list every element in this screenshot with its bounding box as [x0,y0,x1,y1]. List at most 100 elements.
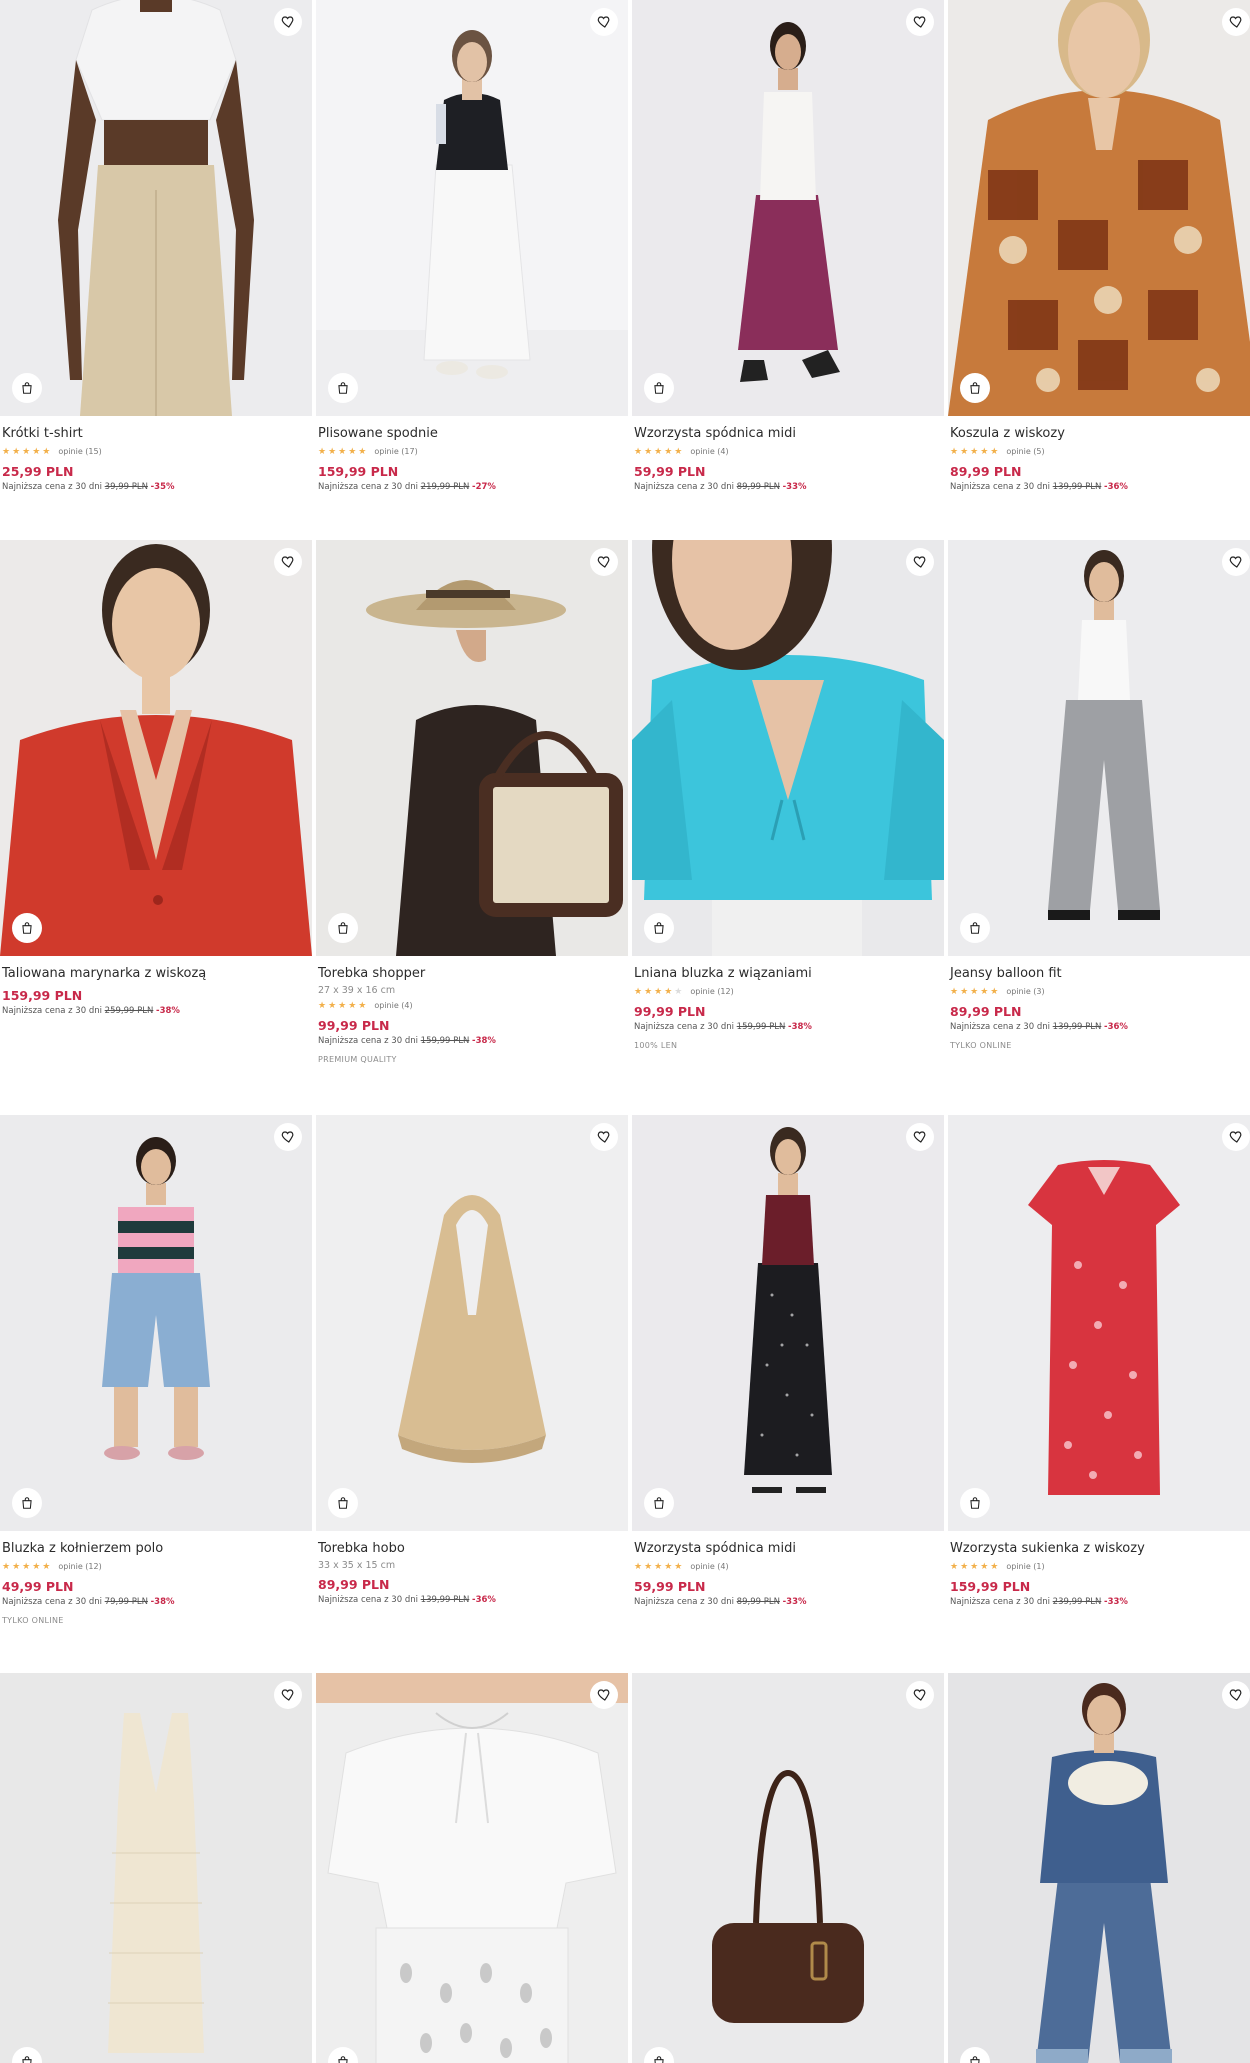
shopping-bag-icon[interactable] [960,373,990,403]
heart-icon[interactable] [590,548,618,576]
product-photo [1048,550,1160,920]
heart-icon[interactable] [1222,548,1250,576]
product-grid: Krótki t-shirt ★★★★★ opinie (15) 25,99 P… [0,0,1250,2063]
shopping-bag-icon[interactable] [12,373,42,403]
product-card[interactable]: Torebka shopper 27 x 39 x 16 cm ★★★★★ opi… [316,540,628,1064]
product-info: Krótki t-shirt ★★★★★ opinie (15) 25,99 P… [2,425,310,493]
product-image[interactable] [948,540,1250,956]
product-card[interactable]: Wzorzysta sukienka z wiskozy ★★★★★ opini… [948,1115,1250,1635]
product-card[interactable] [948,1673,1250,2063]
product-image[interactable] [0,0,312,416]
product-photo [316,0,628,379]
review-count: opinie (4) [690,447,729,456]
heart-icon[interactable] [1222,1123,1250,1151]
product-card[interactable]: Plisowane spodnie ★★★★★ opinie (17) 159,… [316,0,628,520]
product-image[interactable] [632,1673,944,2063]
shopping-bag-icon[interactable] [960,1488,990,1518]
shopping-bag-icon[interactable] [12,913,42,943]
product-image[interactable] [316,1673,628,2063]
product-image[interactable] [632,540,944,956]
product-image[interactable] [948,1673,1250,2063]
product-image[interactable] [632,0,944,416]
heart-icon[interactable] [274,8,302,36]
heart-icon[interactable] [590,8,618,36]
product-name[interactable]: Bluzka z kołnierzem polo [2,1540,310,1558]
heart-icon[interactable] [274,1681,302,1709]
product-image[interactable] [0,1115,312,1531]
heart-icon[interactable] [906,1123,934,1151]
product-name[interactable]: Jeansy balloon fit [950,965,1250,983]
product-name[interactable]: Lniana bluzka z wiązaniami [634,965,942,983]
product-image[interactable] [316,540,628,956]
product-rating[interactable]: ★★★★★ opinie (15) [2,445,310,459]
heart-icon[interactable] [906,1681,934,1709]
product-image[interactable] [948,1115,1250,1531]
lowest-price-label: Najniższa cena z 30 dni [318,1595,418,1605]
product-card[interactable] [632,1673,944,2063]
product-image[interactable] [632,1115,944,1531]
product-photo [948,0,1250,416]
rating-stars: ★★★★★ [2,1562,53,1572]
shopping-bag-icon[interactable] [644,913,674,943]
product-card[interactable]: Bluzka z kołnierzem polo ★★★★★ opinie (1… [0,1115,312,1635]
old-price: 89,99 PLN [736,1597,780,1607]
shopping-bag-icon[interactable] [12,1488,42,1518]
product-card[interactable] [0,1673,312,2063]
heart-icon[interactable] [590,1681,618,1709]
product-image[interactable] [316,1115,628,1531]
lowest-price-info: Najniższa cena z 30 dni 219,99 PLN -27% [318,481,626,493]
shopping-bag-icon[interactable] [328,913,358,943]
product-card[interactable]: Wzorzysta spódnica midi ★★★★★ opinie (4)… [632,0,944,520]
product-image[interactable] [948,0,1250,416]
product-rating[interactable]: ★★★★★ opinie (4) [634,445,942,459]
rating-stars: ★★★★★ [634,447,685,457]
product-info: Wzorzysta sukienka z wiskozy ★★★★★ opini… [950,1540,1250,1608]
product-name[interactable]: Torebka hobo [318,1540,626,1558]
product-rating[interactable]: ★★★★★ opinie (3) [950,985,1250,999]
heart-icon[interactable] [590,1123,618,1151]
product-name[interactable]: Wzorzysta spódnica midi [634,1540,942,1558]
product-card[interactable]: Krótki t-shirt ★★★★★ opinie (15) 25,99 P… [0,0,312,520]
product-price: 89,99 PLN [950,464,1022,479]
product-card[interactable] [316,1673,628,2063]
heart-icon[interactable] [906,8,934,36]
product-rating[interactable]: ★★★★★ opinie (4) [634,1560,942,1574]
shopping-bag-icon[interactable] [644,1488,674,1518]
product-card[interactable]: Wzorzysta spódnica midi ★★★★★ opinie (4)… [632,1115,944,1635]
heart-icon[interactable] [1222,1681,1250,1709]
heart-icon[interactable] [274,1123,302,1151]
product-rating[interactable]: ★★★★★ opinie (17) [318,445,626,459]
product-name[interactable]: Wzorzysta spódnica midi [634,425,942,443]
product-rating[interactable]: ★★★★★ opinie (5) [950,445,1250,459]
product-name[interactable]: Torebka shopper [318,965,626,983]
shopping-bag-icon[interactable] [644,373,674,403]
product-rating[interactable]: ★★★★★ opinie (12) [634,985,942,999]
product-rating[interactable]: ★★★★★ opinie (12) [2,1560,310,1574]
product-image[interactable] [0,1673,312,2063]
product-card[interactable]: Koszula z wiskozy ★★★★★ opinie (5) 89,99… [948,0,1250,520]
product-name[interactable]: Plisowane spodnie [318,425,626,443]
lowest-price-info: Najniższa cena z 30 dni 139,99 PLN -36% [950,481,1250,493]
heart-icon[interactable] [1222,8,1250,36]
heart-icon[interactable] [274,548,302,576]
product-card[interactable]: Lniana bluzka z wiązaniami ★★★★★ opinie … [632,540,944,1060]
product-photo [0,544,312,956]
product-card[interactable]: Jeansy balloon fit ★★★★★ opinie (3) 89,9… [948,540,1250,1060]
product-card[interactable]: Torebka hobo 33 x 35 x 15 cm 89,99 PLN Naj… [316,1115,628,1635]
heart-icon[interactable] [906,548,934,576]
shopping-bag-icon[interactable] [960,913,990,943]
product-card[interactable]: Taliowana marynarka z wiskozą 159,99 PLN … [0,540,312,1060]
lowest-price-label: Najniższa cena z 30 dni [2,482,102,492]
product-name[interactable]: Koszula z wiskozy [950,425,1250,443]
product-price: 159,99 PLN [2,988,83,1003]
shopping-bag-icon[interactable] [328,1488,358,1518]
product-image[interactable] [316,0,628,416]
product-info: Taliowana marynarka z wiskozą 159,99 PLN … [2,965,310,1017]
shopping-bag-icon[interactable] [328,373,358,403]
product-rating[interactable]: ★★★★★ opinie (1) [950,1560,1250,1574]
product-name[interactable]: Taliowana marynarka z wiskozą [2,965,310,983]
product-rating[interactable]: ★★★★★ opinie (4) [318,999,626,1013]
product-image[interactable] [0,540,312,956]
product-name[interactable]: Wzorzysta sukienka z wiskozy [950,1540,1250,1558]
product-name[interactable]: Krótki t-shirt [2,425,310,443]
